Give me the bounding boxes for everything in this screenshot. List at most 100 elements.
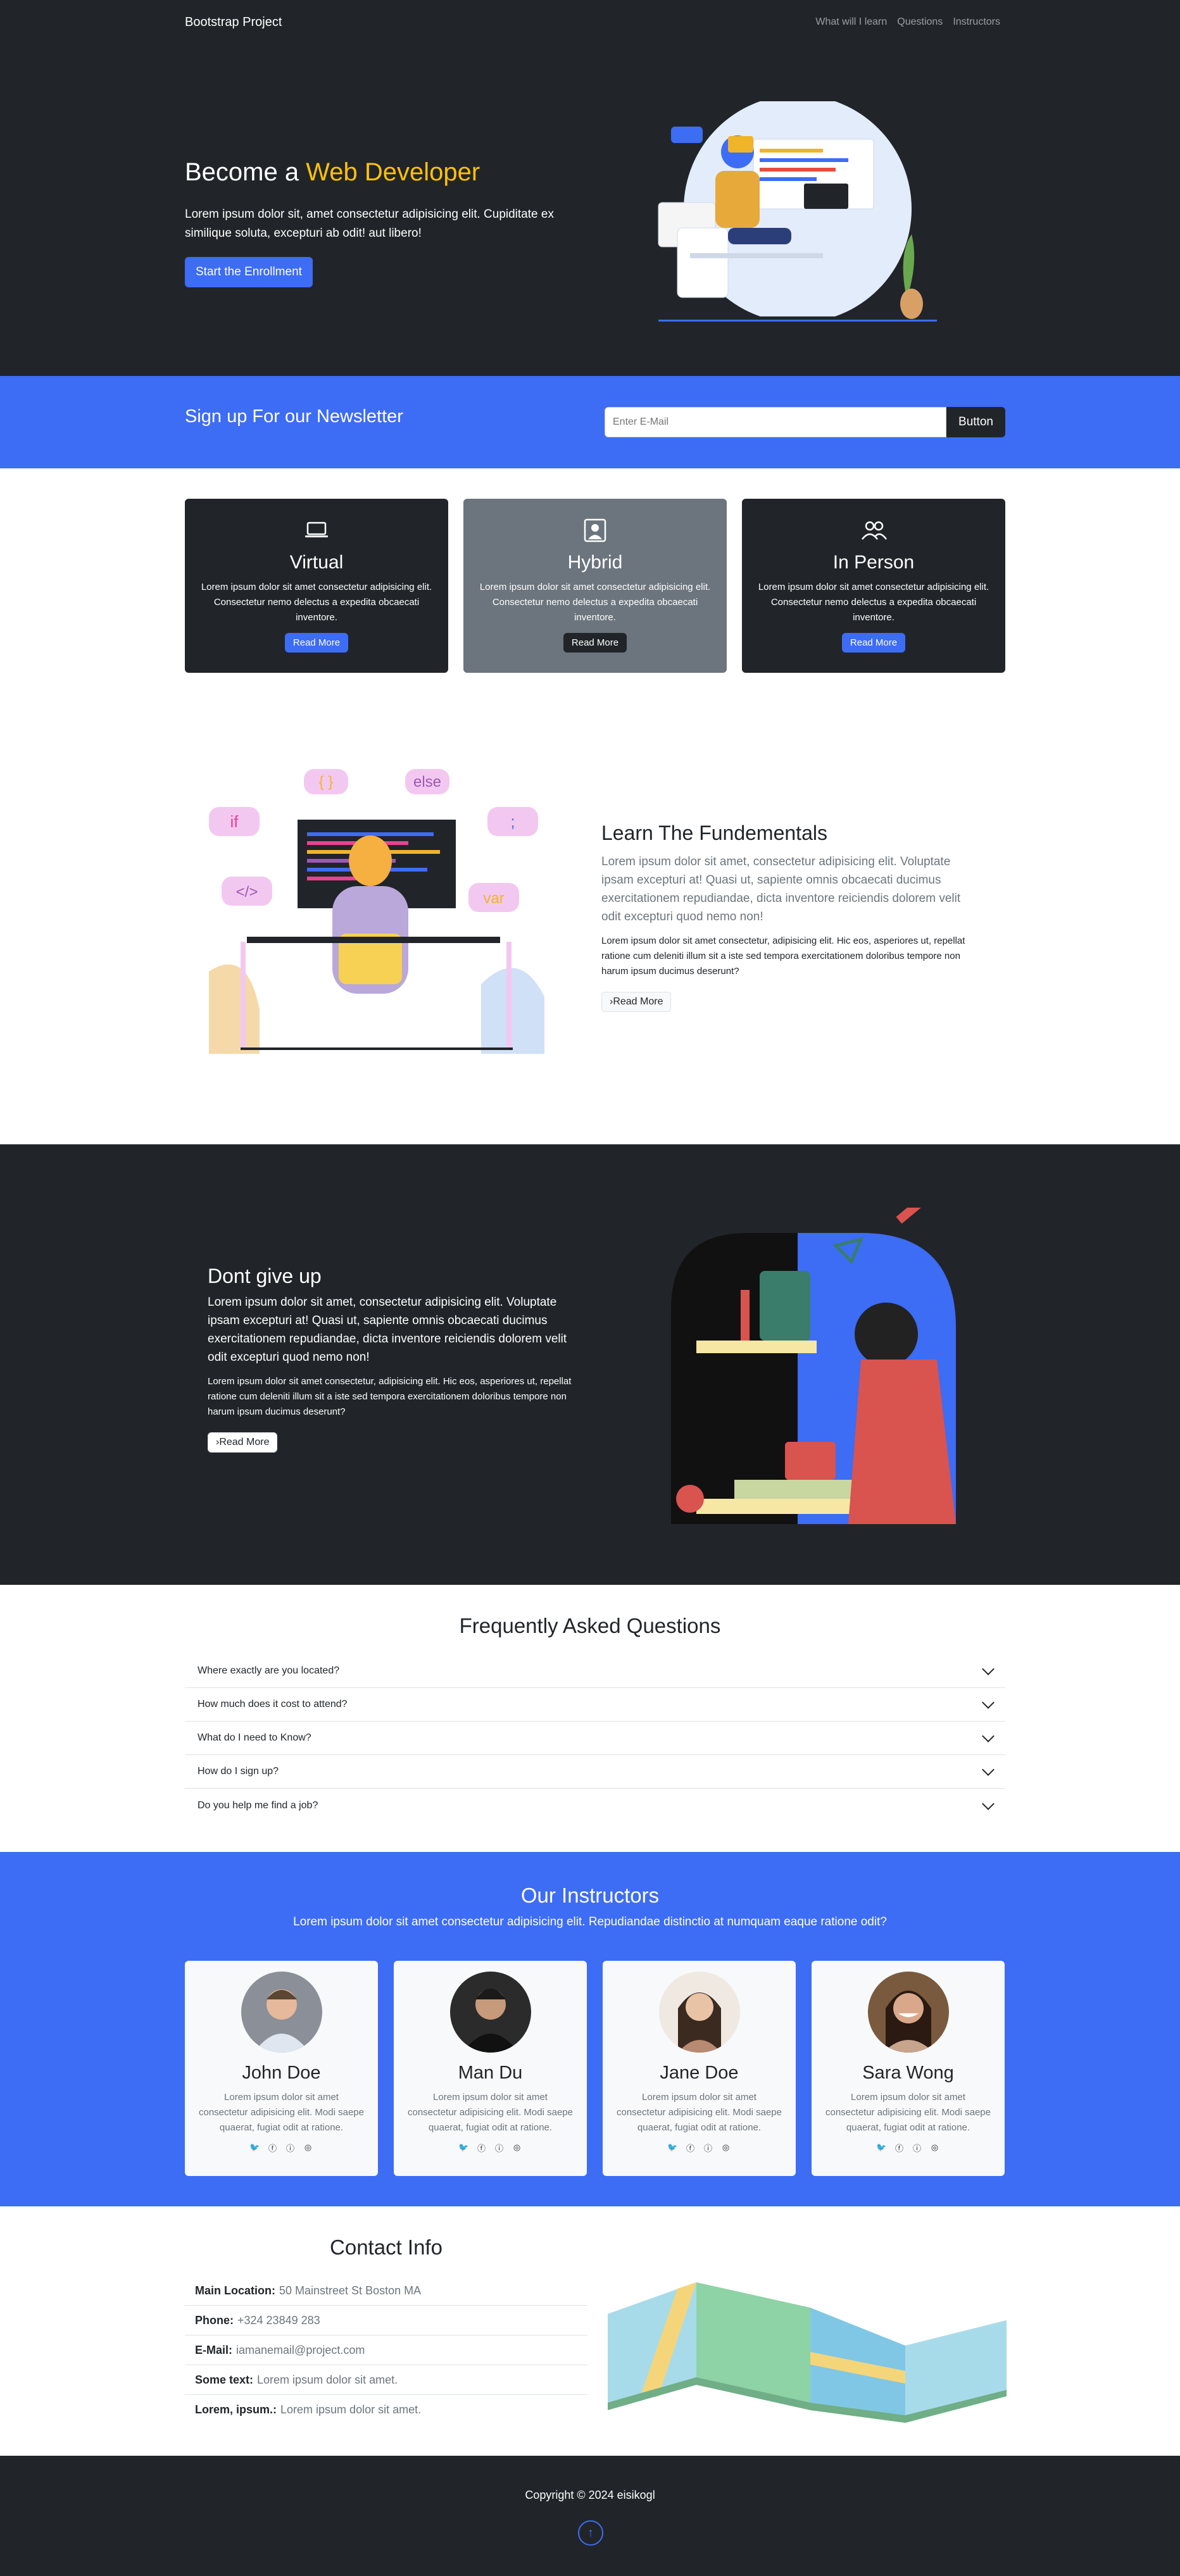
contact-label: Some text: — [195, 2373, 254, 2386]
art-label-if: if — [230, 812, 239, 831]
chevron-down-icon — [982, 1763, 995, 1776]
box-title: Virtual — [289, 552, 344, 573]
twitter-icon[interactable]: 🐦 — [458, 2142, 470, 2153]
faq-item[interactable]: Where exactly are you located? — [185, 1654, 1005, 1688]
course-format-boxes: Virtual Lorem ipsum dolor sit amet conse… — [185, 499, 1005, 673]
learn-read-more-button[interactable]: ›Read More — [601, 992, 672, 1012]
contact-value: iamanemail@project.com — [236, 2343, 365, 2356]
instructor-card: Jane Doe Lorem ipsum dolor sit amet cons… — [603, 1961, 796, 2176]
footer: Copyright © 2024 eisikogl ↑ — [0, 2456, 1180, 2576]
social-links: 🐦 ⓕ ⓘ ◎ — [394, 2142, 587, 2153]
nav-link-questions[interactable]: Questions — [897, 16, 943, 28]
dont-lead: Lorem ipsum dolor sit amet, consectetur … — [208, 1296, 567, 1364]
faq-item[interactable]: How do I sign up? — [185, 1755, 1005, 1789]
hero-section: Bootstrap Project What will I learn Ques… — [0, 0, 1180, 376]
folded-map-illustration — [608, 2282, 1007, 2423]
navbar-brand[interactable]: Bootstrap Project — [185, 15, 282, 30]
scroll-to-top-button[interactable]: ↑ — [578, 2520, 603, 2546]
learn-read-more-label: Read More — [613, 996, 663, 1007]
facebook-icon[interactable]: ⓕ — [685, 2142, 696, 2153]
learn-lead: Lorem ipsum dolor sit amet, consectetur … — [601, 855, 961, 923]
nav-link-learn[interactable]: What will I learn — [815, 16, 887, 28]
faq-accordion: Where exactly are you located? How much … — [185, 1654, 1005, 1822]
learn-section: Learn The Fundementals Lorem ipsum dolor… — [601, 822, 972, 1012]
contact-row: Main Location: 50 Mainstreet St Boston MA — [185, 2276, 587, 2306]
read-more-button[interactable]: Read More — [284, 633, 349, 653]
avatar — [241, 1972, 322, 2053]
arrow-up-icon: ↑ — [587, 2525, 594, 2540]
hero-developer-illustration — [639, 101, 956, 342]
hero-title: Become a Web Developer — [185, 158, 480, 187]
enroll-button[interactable]: Start the Enrollment — [185, 257, 313, 287]
contact-label: Main Location: — [195, 2284, 275, 2297]
instructor-bio: Lorem ipsum dolor sit amet consectetur a… — [825, 2092, 991, 2133]
contact-list: Main Location: 50 Mainstreet St Boston MA… — [185, 2276, 587, 2425]
linkedin-icon[interactable]: ⓘ — [285, 2142, 296, 2153]
contact-value: +324 23849 283 — [237, 2313, 320, 2327]
instagram-icon[interactable]: ◎ — [303, 2142, 314, 2153]
hero-lead: Lorem ipsum dolor sit, amet consectetur … — [185, 208, 554, 240]
dont-read-more-button[interactable]: ›Read More — [208, 1432, 278, 1453]
programmer-illustration — [671, 1208, 956, 1524]
faq-item[interactable]: How much does it cost to attend? — [185, 1688, 1005, 1722]
instructor-bio: Lorem ipsum dolor sit amet consectetur a… — [408, 2092, 573, 2133]
read-more-button[interactable]: Read More — [841, 633, 906, 653]
linkedin-icon[interactable]: ⓘ — [494, 2142, 505, 2153]
instructor-cards: John Doe Lorem ipsum dolor sit amet cons… — [185, 1961, 1005, 2176]
facebook-icon[interactable]: ⓕ — [476, 2142, 487, 2153]
faq-question: How do I sign up? — [198, 1766, 279, 1777]
facebook-icon[interactable]: ⓕ — [267, 2142, 279, 2153]
linkedin-icon[interactable]: ⓘ — [703, 2142, 714, 2153]
dont-text: Dont give up Lorem ipsum dolor sit amet,… — [208, 1265, 579, 1453]
facebook-icon[interactable]: ⓕ — [894, 2142, 905, 2153]
read-more-button[interactable]: Read More — [563, 633, 627, 653]
social-links: 🐦 ⓕ ⓘ ◎ — [603, 2142, 796, 2153]
navbar-links: What will I learn Questions Instructors — [815, 16, 1000, 28]
faq-question: How much does it cost to attend? — [198, 1699, 348, 1710]
box-in-person: In Person Lorem ipsum dolor sit amet con… — [742, 499, 1005, 673]
nav-link-instructors[interactable]: Instructors — [953, 16, 1000, 28]
instructor-bio: Lorem ipsum dolor sit amet consectetur a… — [617, 2092, 782, 2133]
twitter-icon[interactable]: 🐦 — [876, 2142, 888, 2153]
faq-item[interactable]: What do I need to Know? — [185, 1722, 1005, 1755]
instructors-subtitle: Lorem ipsum dolor sit amet consectetur a… — [293, 1915, 887, 1929]
contact-title: Contact Info — [330, 2235, 442, 2259]
instagram-icon[interactable]: ◎ — [929, 2142, 941, 2153]
faq-question: Do you help me find a job? — [198, 1799, 318, 1811]
chevron-down-icon — [982, 1730, 995, 1742]
chevron-down-icon — [982, 1663, 995, 1675]
social-links: 🐦 ⓕ ⓘ ◎ — [185, 2142, 378, 2153]
linkedin-icon[interactable]: ⓘ — [912, 2142, 923, 2153]
art-label-braces: { } — [319, 773, 334, 791]
instructors-title: Our Instructors — [520, 1884, 660, 1907]
learn-body: Lorem ipsum dolor sit amet consectetur, … — [601, 935, 965, 977]
instructor-card: Man Du Lorem ipsum dolor sit amet consec… — [394, 1961, 587, 2176]
laptop-icon — [185, 515, 448, 546]
contact-value: Lorem ipsum dolor sit amet. — [280, 2403, 422, 2416]
faq-item[interactable]: Do you help me find a job? — [185, 1789, 1005, 1822]
hero-title-accent: Web Developer — [306, 158, 480, 186]
avatar — [658, 1972, 740, 2053]
contact-row: E-Mail: iamanemail@project.com — [185, 2335, 587, 2365]
art-label-var: var — [483, 890, 504, 907]
people-icon — [742, 515, 1005, 546]
art-label-else: else — [413, 773, 441, 791]
instructor-card: Sara Wong Lorem ipsum dolor sit amet con… — [812, 1961, 1005, 2176]
faq-title: Frequently Asked Questions — [459, 1614, 721, 1637]
twitter-icon[interactable]: 🐦 — [249, 2142, 261, 2153]
newsletter-email-input[interactable] — [605, 407, 946, 437]
contact-label: E-Mail: — [195, 2343, 233, 2356]
newsletter-section: Sign up For our Newsletter Button — [0, 376, 1180, 468]
instagram-icon[interactable]: ◎ — [512, 2142, 523, 2153]
avatar — [449, 1972, 531, 2053]
contact-value: 50 Mainstreet St Boston MA — [279, 2284, 422, 2297]
faq-question: What do I need to Know? — [198, 1732, 311, 1743]
instagram-icon[interactable]: ◎ — [720, 2142, 732, 2153]
copyright-text: Copyright © 2024 eisikogl — [525, 2489, 655, 2501]
person-badge-icon — [463, 515, 727, 546]
newsletter-submit-button[interactable]: Button — [946, 407, 1005, 437]
art-label-tag: </> — [236, 884, 258, 901]
twitter-icon[interactable]: 🐦 — [667, 2142, 679, 2153]
social-links: 🐦 ⓕ ⓘ ◎ — [812, 2142, 1005, 2153]
hero-title-prefix: Become a — [185, 158, 306, 186]
